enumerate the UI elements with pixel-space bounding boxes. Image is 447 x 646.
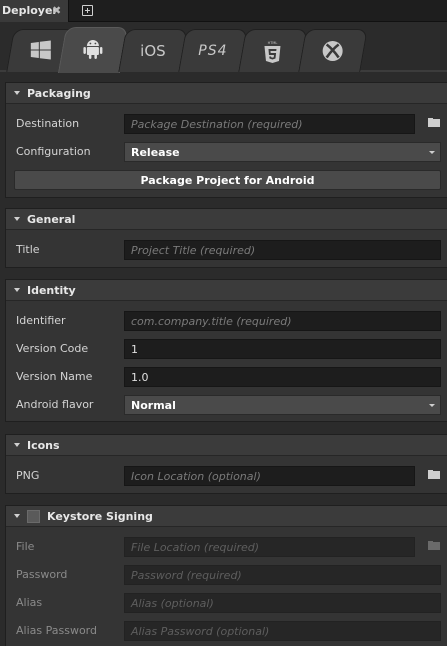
section-title: General [27,213,76,226]
collapse-arrow-icon[interactable] [14,217,20,221]
android-icon [63,38,123,63]
section-icons: Icons PNG Icon Location (optional) [5,434,447,494]
section-packaging: Packaging Destination Package Destinatio… [5,82,447,198]
section-keystore-signing: Keystore Signing File File Location (req… [5,505,447,646]
section-title: Identity [27,284,76,297]
section-header-icons[interactable]: Icons [6,435,447,456]
version-code-input[interactable]: 1 [124,339,441,359]
password-placeholder: Password (required) [131,569,242,582]
identifier-label: Identifier [16,314,66,327]
collapse-arrow-icon[interactable] [14,288,20,292]
png-label: PNG [16,469,40,482]
alias-password-input[interactable]: Alias Password (optional) [124,621,441,641]
project-title-placeholder: Project Title (required) [131,244,256,257]
tab-ps4[interactable]: PS4 [178,29,248,72]
chevron-down-icon [429,151,435,154]
html5-wordmark: HTML [268,41,278,45]
alias-password-label: Alias Password [16,624,97,637]
configuration-value: Release [131,146,180,159]
row-configuration: Configuration Release [6,142,447,162]
file-label: File [16,540,35,553]
folder-icon[interactable] [428,541,440,550]
collapse-arrow-icon[interactable] [14,443,20,447]
collapse-arrow-icon[interactable] [14,514,20,518]
collapse-arrow-icon[interactable] [14,91,20,95]
password-input[interactable]: Password (required) [124,565,441,585]
section-header-general[interactable]: General [6,209,447,230]
platform-tab-bar: iOS PS4 HTML [0,23,447,73]
row-file: File File Location (required) [6,537,447,557]
package-project-button-label: Package Project for Android [140,174,315,187]
configuration-select[interactable]: Release [124,142,441,162]
folder-icon[interactable] [428,118,440,127]
row-version-name: Version Name 1.0 [6,367,447,387]
window-tab-strip: Deployer ✖ [0,0,447,22]
png-input[interactable]: Icon Location (optional) [124,466,415,486]
project-title-input[interactable]: Project Title (required) [124,240,441,260]
version-code-label: Version Code [16,342,89,355]
destination-label: Destination [16,117,80,130]
section-header-keystore[interactable]: Keystore Signing [6,506,447,527]
destination-placeholder: Package Destination (required) [131,118,303,131]
section-identity: Identity Identifier com.company.title (r… [5,279,447,422]
row-png: PNG Icon Location (optional) [6,466,447,486]
tab-xbox[interactable] [298,29,368,72]
android-flavor-label: Android flavor [16,398,94,411]
row-title: Title Project Title (required) [6,240,447,260]
section-title: Packaging [27,87,91,100]
row-version-code: Version Code 1 [6,339,447,359]
tab-ios[interactable]: iOS [118,29,188,72]
window-tab-title: Deployer [2,4,58,17]
alias-label: Alias [16,596,43,609]
row-android-flavor: Android flavor Normal [6,395,447,415]
version-name-input[interactable]: 1.0 [124,367,441,387]
title-label: Title [16,243,40,256]
section-header-identity[interactable]: Identity [6,280,447,301]
file-input[interactable]: File Location (required) [124,537,415,557]
folder-icon[interactable] [428,470,440,479]
png-placeholder: Icon Location (optional) [131,470,261,483]
version-code-value: 1 [131,343,138,356]
android-flavor-value: Normal [131,399,176,412]
row-alias-password: Alias Password Alias Password (optional) [6,621,447,641]
close-icon[interactable]: ✖ [52,4,61,17]
version-name-label: Version Name [16,370,93,383]
section-header-packaging[interactable]: Packaging [6,83,447,104]
configuration-label: Configuration [16,145,91,158]
package-project-button[interactable]: Package Project for Android [14,170,441,190]
row-destination: Destination Package Destination (require… [6,114,447,134]
tab-android[interactable] [57,27,129,73]
alias-password-placeholder: Alias Password (optional) [131,625,270,638]
password-label: Password [16,568,68,581]
version-name-value: 1.0 [131,371,149,384]
chevron-down-icon [429,404,435,407]
keystore-signing-checkbox[interactable] [27,510,40,523]
window-tab-deployer[interactable]: Deployer ✖ [0,0,69,22]
identifier-input[interactable]: com.company.title (required) [124,311,441,331]
file-placeholder: File Location (required) [131,541,260,554]
section-general: General Title Project Title (required) [5,208,447,268]
tab-html5[interactable]: HTML [238,29,308,72]
ios-icon: iOS [140,42,166,60]
add-tab-icon[interactable] [82,5,93,16]
identifier-placeholder: com.company.title (required) [131,315,292,328]
destination-input[interactable]: Package Destination (required) [124,114,415,134]
row-alias: Alias Alias (optional) [6,593,447,613]
android-flavor-select[interactable]: Normal [124,395,441,415]
row-identifier: Identifier com.company.title (required) [6,311,447,331]
section-title: Keystore Signing [47,510,153,523]
section-title: Icons [27,439,60,452]
html5-icon: HTML [242,40,302,67]
ps4-icon: PS4 [198,43,228,59]
row-password: Password Password (required) [6,565,447,585]
alias-placeholder: Alias (optional) [131,597,214,610]
xbox-icon [303,40,363,65]
alias-input[interactable]: Alias (optional) [124,593,441,613]
